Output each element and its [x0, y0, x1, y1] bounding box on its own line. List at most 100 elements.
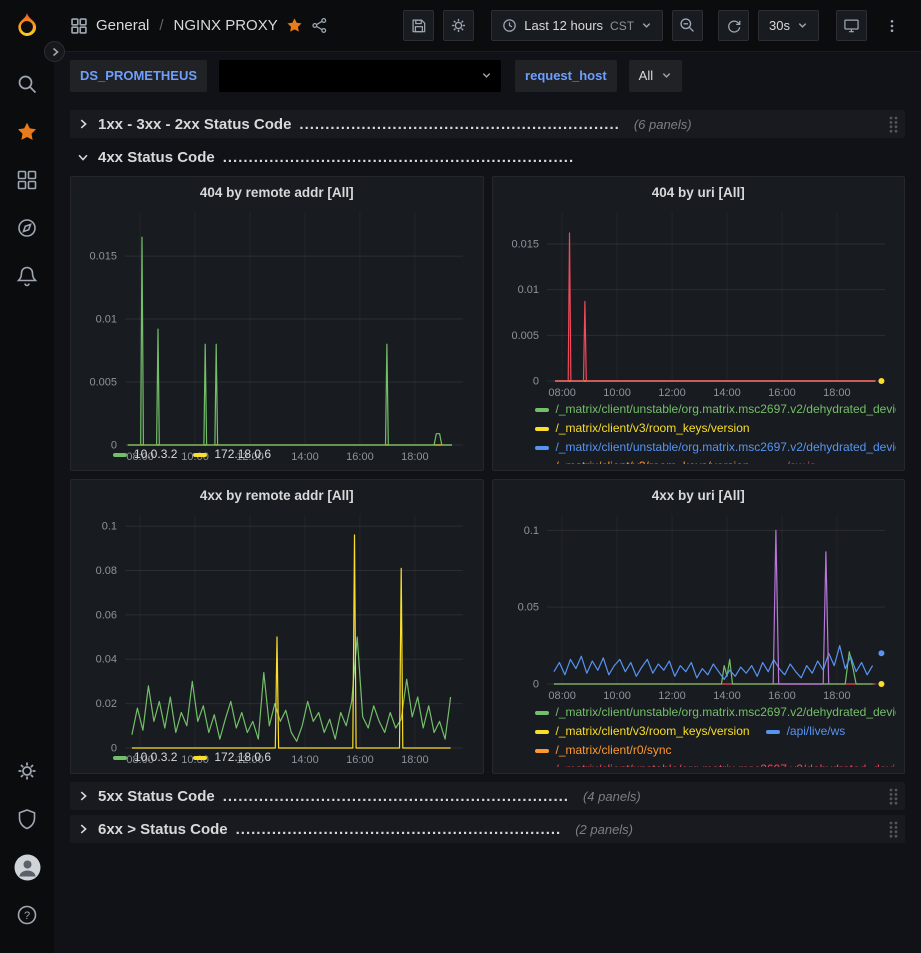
sidebar-item-profile[interactable]: [7, 847, 47, 887]
legend-swatch: [535, 427, 549, 431]
svg-text:0.015: 0.015: [89, 251, 117, 263]
panel-title[interactable]: 404 by remote addr [All]: [79, 182, 475, 206]
legend-label: /_matrix/client/unstable/org.matrix.msc2…: [556, 400, 897, 419]
time-series-chart[interactable]: 00.020.040.060.080.108:0010:0012:0014:00…: [79, 509, 475, 748]
svg-text:16:00: 16:00: [768, 387, 796, 399]
breadcrumb-section[interactable]: General: [96, 17, 149, 34]
svg-text:14:00: 14:00: [713, 690, 741, 702]
row-drag-handle[interactable]: [888, 820, 899, 839]
save-dashboard-button[interactable]: [403, 10, 434, 41]
legend-item[interactable]: /_matrix/client/v3/room_keys/version: [535, 419, 750, 438]
row-panel-count: (4 panels): [583, 789, 641, 804]
datasource-variable-label[interactable]: DS_PROMETHEUS: [70, 60, 207, 92]
menu-open-button[interactable]: [44, 41, 65, 62]
sidebar-item-help[interactable]: ?: [7, 895, 47, 935]
sidebar-item-server-admin[interactable]: [7, 799, 47, 839]
save-icon: [410, 17, 427, 34]
compass-icon: [16, 217, 38, 239]
legend-swatch: [113, 756, 127, 760]
panel-title[interactable]: 404 by uri [All]: [501, 182, 897, 206]
legend-label: /_matrix/client/v3/room_keys/version: [556, 722, 750, 741]
share-icon[interactable]: [311, 17, 328, 34]
legend-label: /_matrix/client/v3/room_keys/version: [556, 419, 750, 438]
refresh-interval-value: 30s: [769, 18, 790, 33]
legend-item[interactable]: 172.18.0.6: [193, 445, 271, 464]
legend-item[interactable]: /_matrix/client/v3/room_keys/version: [535, 722, 750, 741]
row-title: 4xx Status Code: [98, 149, 215, 166]
dashboard-title[interactable]: NGINX PROXY: [174, 17, 278, 34]
legend-item[interactable]: 172.18.0.6: [193, 748, 271, 767]
svg-text:10:00: 10:00: [603, 690, 631, 702]
dashboards-grid-icon: [16, 169, 38, 191]
svg-text:0.01: 0.01: [517, 284, 538, 296]
sidebar-item-dashboards[interactable]: [7, 160, 47, 200]
legend-item[interactable]: /_matrix/client/r0/sync: [535, 741, 672, 760]
timezone-label: CST: [610, 19, 634, 33]
chevron-down-icon: [481, 70, 492, 81]
row-5xx-status-code[interactable]: 5xx Status Code ........................…: [70, 782, 905, 810]
favorite-star-icon[interactable]: [286, 17, 303, 34]
panel-404-by-remote-addr: 404 by remote addr [All] 00.0050.010.015…: [70, 176, 484, 471]
row-panel-count: (6 panels): [634, 117, 692, 132]
row-6xx-status-code[interactable]: 6xx > Status Code ......................…: [70, 815, 905, 843]
row-title: 1xx - 3xx - 2xx Status Code: [98, 116, 291, 133]
legend-item[interactable]: /_matrix/client/unstable/org.matrix.msc2…: [535, 400, 897, 419]
apps-grid-icon: [70, 17, 88, 35]
time-series-chart[interactable]: 00.0050.010.01508:0010:0012:0014:0016:00…: [501, 206, 897, 400]
sidebar-item-search[interactable]: [7, 64, 47, 104]
row-dots: ........................................…: [299, 116, 619, 133]
legend-label: 10.0.3.2: [134, 748, 177, 767]
legend-swatch: [535, 711, 549, 715]
row-drag-handle[interactable]: [888, 787, 899, 806]
time-range-picker[interactable]: Last 12 hours CST: [491, 10, 663, 41]
kiosk-mode-button[interactable]: [836, 10, 867, 41]
legend-label: /_matrix/client/unstable/org.matrix.msc2…: [556, 703, 897, 722]
row-drag-handle[interactable]: [888, 115, 899, 134]
legend-item[interactable]: 10.0.3.2: [113, 445, 177, 464]
legend: /_matrix/client/unstable/org.matrix.msc2…: [501, 400, 897, 464]
sidebar-item-configuration[interactable]: [7, 751, 47, 791]
legend: 10.0.3.2 172.18.0.6: [79, 748, 475, 767]
shield-icon: [16, 808, 38, 830]
breadcrumb: General / NGINX PROXY: [70, 17, 328, 35]
sidebar-item-starred[interactable]: [7, 112, 47, 152]
request-host-variable-label[interactable]: request_host: [515, 60, 617, 92]
datasource-select[interactable]: [219, 60, 501, 92]
legend-label: /sw.js: [787, 457, 816, 464]
legend-item[interactable]: /_matrix/client/v3/room_keys/version: [535, 457, 750, 464]
chevron-right-icon: [76, 117, 90, 131]
legend-item[interactable]: /sw.js: [766, 457, 816, 464]
monitor-icon: [843, 17, 860, 34]
dashboard-settings-button[interactable]: [443, 10, 474, 41]
panel-title[interactable]: 4xx by remote addr [All]: [79, 485, 475, 509]
svg-text:?: ?: [24, 910, 30, 922]
legend-item[interactable]: /_matrix/client/unstable/org.matrix.msc2…: [535, 760, 897, 767]
variables-bar: DS_PROMETHEUS request_host All: [54, 52, 921, 99]
refresh-button[interactable]: [718, 10, 749, 41]
time-series-chart[interactable]: 00.0050.010.01508:0010:0012:0014:0016:00…: [79, 206, 475, 445]
chevron-down-icon: [661, 70, 672, 81]
avatar: [14, 854, 41, 881]
sidebar-item-alerting[interactable]: [7, 256, 47, 296]
refresh-interval-dropdown[interactable]: 30s: [758, 10, 819, 41]
row-title: 6xx > Status Code: [98, 821, 228, 838]
svg-text:0.05: 0.05: [517, 602, 538, 614]
panel-title[interactable]: 4xx by uri [All]: [501, 485, 897, 509]
legend-item[interactable]: /api/live/ws: [766, 722, 846, 741]
grafana-logo[interactable]: [11, 10, 43, 42]
kebab-menu-button[interactable]: [876, 10, 907, 41]
chevron-down-icon: [76, 150, 90, 164]
request-host-value-dropdown[interactable]: All: [629, 60, 682, 92]
sidebar-item-explore[interactable]: [7, 208, 47, 248]
legend-item[interactable]: /_matrix/client/unstable/org.matrix.msc2…: [535, 438, 897, 457]
gear-icon: [450, 17, 467, 34]
row-1xx-3xx-2xx-status-code[interactable]: 1xx - 3xx - 2xx Status Code ............…: [70, 110, 905, 138]
legend-item[interactable]: /_matrix/client/unstable/org.matrix.msc2…: [535, 703, 897, 722]
row-4xx-status-code[interactable]: 4xx Status Code ........................…: [70, 143, 905, 171]
legend-label: /api/live/ws: [787, 722, 846, 741]
zoom-out-button[interactable]: [672, 10, 703, 41]
chevron-down-icon: [641, 20, 652, 31]
legend-item[interactable]: 10.0.3.2: [113, 748, 177, 767]
svg-text:0.1: 0.1: [102, 521, 117, 533]
time-series-chart[interactable]: 00.050.108:0010:0012:0014:0016:0018:00: [501, 509, 897, 703]
